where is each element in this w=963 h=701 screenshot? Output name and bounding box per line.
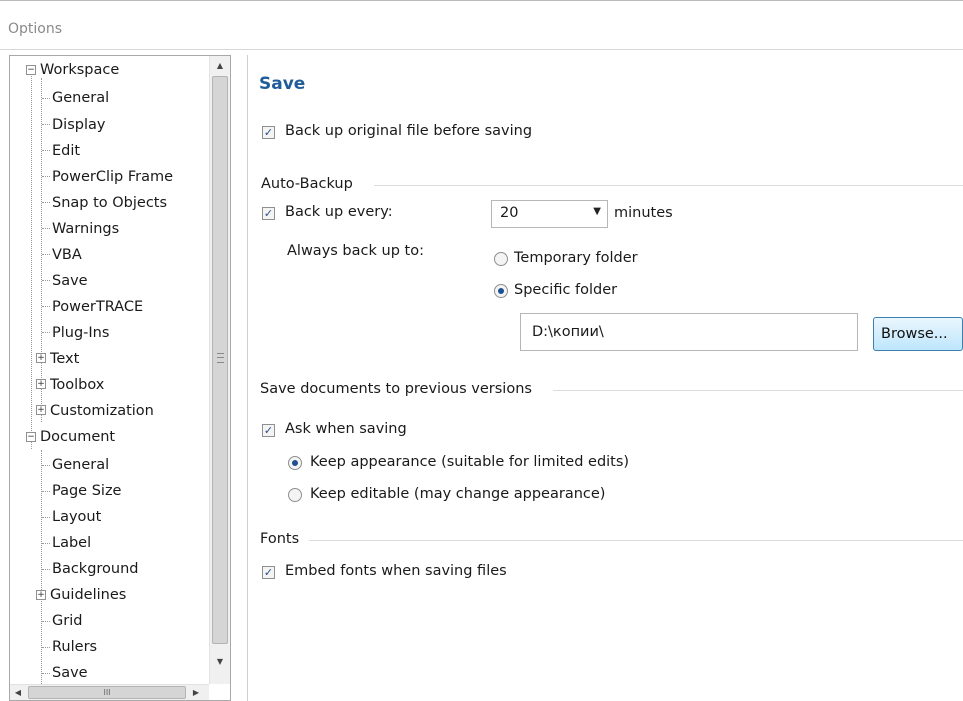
keep-appearance-label: Keep appearance (suitable for limited ed… <box>310 454 630 470</box>
backup-interval-value: 20 <box>500 205 519 221</box>
tree-item-powerclip-frame[interactable]: PowerClip Frame <box>52 164 173 190</box>
options-tree: − Workspace General Display Edit PowerCl… <box>9 55 231 701</box>
group-divider <box>553 390 963 391</box>
tree-horizontal-scrollbar[interactable]: ◀ III ▶ <box>10 684 209 700</box>
collapse-icon[interactable]: − <box>26 432 36 442</box>
backup-every-checkbox[interactable]: ✓ <box>262 207 275 220</box>
chevron-down-icon[interactable]: ▼ <box>593 206 601 217</box>
tree-line-document <box>41 450 42 690</box>
tree-item-label[interactable]: Label <box>52 530 91 556</box>
window-title-bar: Options <box>0 0 963 50</box>
minutes-label: minutes <box>614 205 673 221</box>
keep-appearance-radio[interactable] <box>288 456 302 470</box>
tree-item-warnings[interactable]: Warnings <box>52 216 119 242</box>
tree-connector <box>42 150 50 151</box>
panel-separator <box>247 55 248 701</box>
tree-item-display[interactable]: Display <box>52 112 105 138</box>
tree-item-guidelines[interactable]: Guidelines <box>50 582 126 608</box>
tree-item-save[interactable]: Save <box>52 268 88 294</box>
tree-item-text[interactable]: Text <box>50 346 79 372</box>
tree-connector <box>42 280 50 281</box>
tree-item-toolbox[interactable]: Toolbox <box>50 372 104 398</box>
ask-when-saving-label: Ask when saving <box>285 421 407 437</box>
tree-connector <box>42 491 50 492</box>
tree-item-page-size[interactable]: Page Size <box>52 478 121 504</box>
tree-line-root <box>31 74 32 449</box>
backup-every-label: Back up every: <box>285 204 393 220</box>
auto-backup-group-label: Auto-Backup <box>261 176 353 192</box>
expand-icon[interactable]: + <box>36 353 46 363</box>
backup-original-checkbox[interactable]: ✓ <box>262 126 275 139</box>
tree-connector <box>42 569 50 570</box>
tree-item-grid[interactable]: Grid <box>52 608 82 634</box>
tree-item-workspace[interactable]: Workspace <box>40 57 119 83</box>
tree-item-background[interactable]: Background <box>52 556 139 582</box>
browse-button[interactable]: Browse... <box>873 317 963 351</box>
group-divider <box>374 185 963 186</box>
tree-item-plug-ins[interactable]: Plug-Ins <box>52 320 109 346</box>
expand-icon[interactable]: + <box>36 379 46 389</box>
tree-item-vba[interactable]: VBA <box>52 242 82 268</box>
tree-connector <box>42 202 50 203</box>
tree-connector <box>42 647 50 648</box>
hscroll-thumb[interactable]: III <box>28 686 186 699</box>
tree-connector <box>42 124 50 125</box>
tree-connector <box>42 517 50 518</box>
always-backup-label: Always back up to: <box>287 243 424 259</box>
tree-connector <box>42 465 50 466</box>
tree-vertical-scrollbar[interactable]: ▲ ▼ <box>209 56 230 684</box>
backup-original-label: Back up original file before saving <box>285 123 533 139</box>
tree-connector <box>42 673 50 674</box>
scroll-left-icon[interactable]: ◀ <box>10 685 26 700</box>
page-title: Save <box>259 74 306 94</box>
keep-editable-radio[interactable] <box>288 488 302 502</box>
embed-fonts-label: Embed fonts when saving files <box>285 563 507 579</box>
tree-item-edit[interactable]: Edit <box>52 138 80 164</box>
tree-item-powertrace[interactable]: PowerTRACE <box>52 294 143 320</box>
tree-item-document[interactable]: Document <box>40 424 115 450</box>
temporary-folder-label: Temporary folder <box>514 250 638 266</box>
tree-item-general[interactable]: General <box>52 85 109 111</box>
scroll-up-icon[interactable]: ▲ <box>210 56 230 76</box>
backup-interval-select[interactable]: 20 ▼ <box>491 200 608 228</box>
tree-item-layout[interactable]: Layout <box>52 504 101 530</box>
collapse-icon[interactable]: − <box>26 65 36 75</box>
tree-connector <box>42 98 50 99</box>
tree-connector <box>42 254 50 255</box>
scroll-thumb[interactable] <box>212 76 228 644</box>
previous-versions-group-label: Save documents to previous versions <box>260 381 532 397</box>
window-title: Options <box>8 21 63 37</box>
fonts-group-label: Fonts <box>260 531 300 547</box>
scroll-down-icon[interactable]: ▼ <box>210 652 230 672</box>
tree-connector <box>42 332 50 333</box>
expand-icon[interactable]: + <box>36 405 46 415</box>
specific-folder-label: Specific folder <box>514 282 618 298</box>
scroll-right-icon[interactable]: ▶ <box>188 685 204 700</box>
tree-connector <box>42 543 50 544</box>
tree-item-doc-save[interactable]: Save <box>52 660 88 686</box>
specific-folder-radio[interactable] <box>494 284 508 298</box>
temporary-folder-radio[interactable] <box>494 252 508 266</box>
ask-when-saving-checkbox[interactable]: ✓ <box>262 424 275 437</box>
embed-fonts-checkbox[interactable]: ✓ <box>262 566 275 579</box>
tree-item-snap-to-objects[interactable]: Snap to Objects <box>52 190 167 216</box>
tree-connector <box>42 176 50 177</box>
tree-connector <box>42 621 50 622</box>
tree-item-rulers[interactable]: Rulers <box>52 634 97 660</box>
backup-folder-input[interactable]: D:\копии\ <box>520 313 858 351</box>
tree-item-doc-general[interactable]: General <box>52 452 109 478</box>
tree-item-customization[interactable]: Customization <box>50 398 154 424</box>
expand-icon[interactable]: + <box>36 590 46 600</box>
keep-editable-label: Keep editable (may change appearance) <box>310 486 606 502</box>
tree-connector <box>42 306 50 307</box>
title-separator <box>0 49 963 50</box>
group-divider <box>309 540 963 541</box>
tree-connector <box>42 228 50 229</box>
scroll-grip-icon <box>217 353 224 363</box>
tree-line-workspace <box>41 78 42 422</box>
